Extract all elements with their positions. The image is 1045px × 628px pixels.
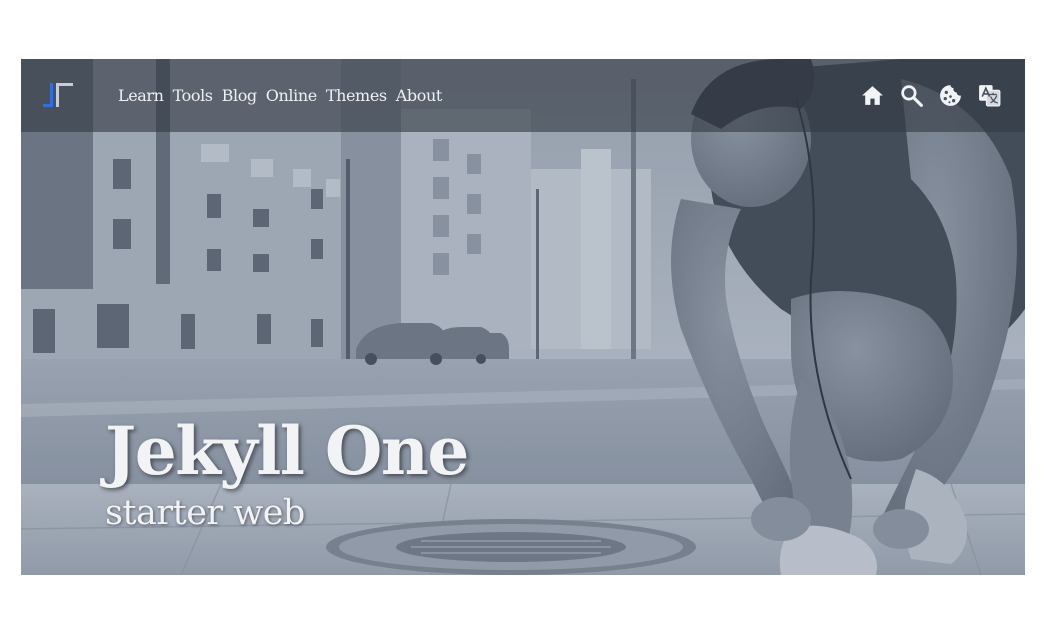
top-navigation-bar: Learn Tools Blog Online Themes About	[21, 59, 1025, 132]
nav-item-blog[interactable]: Blog	[222, 85, 258, 107]
nav-item-themes[interactable]: Themes	[326, 85, 387, 107]
nav-item-about[interactable]: About	[396, 85, 443, 107]
cookie-icon[interactable]	[938, 83, 963, 108]
hero-subtitle: starter web	[105, 493, 305, 533]
nav-item-online[interactable]: Online	[266, 85, 317, 107]
quick-links	[860, 83, 1002, 108]
hero-title: Jekyll One	[105, 412, 469, 490]
search-icon[interactable]	[899, 83, 924, 108]
hero-section: Learn Tools Blog Online Themes About Jek…	[21, 59, 1025, 575]
translate-icon[interactable]	[977, 83, 1002, 108]
home-icon[interactable]	[860, 83, 885, 108]
jekyll-one-logo-icon[interactable]	[41, 80, 77, 112]
nav-item-learn[interactable]: Learn	[118, 85, 164, 107]
main-menu: Learn Tools Blog Online Themes About	[118, 85, 451, 107]
nav-item-tools[interactable]: Tools	[173, 85, 213, 107]
